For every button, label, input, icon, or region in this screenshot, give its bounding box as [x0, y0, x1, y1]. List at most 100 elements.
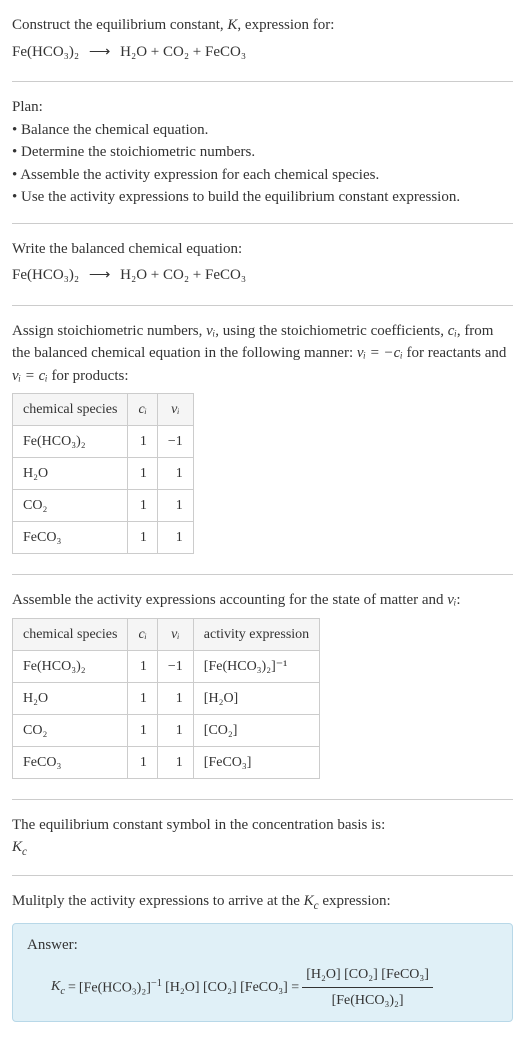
plan-section: Plan: Balance the chemical equation. Det… [12, 90, 513, 215]
cell-species: Fe(HCO₃)₂ [13, 426, 128, 458]
cell-nu: 1 [157, 458, 193, 490]
cell-species: CO₂ [13, 490, 128, 522]
plan-item: Use the activity expressions to build th… [12, 186, 513, 209]
cell-expr: [Fe(HCO₃)₂]⁻¹ [193, 650, 319, 682]
cell-c: 1 [128, 650, 157, 682]
activity-section: Assemble the activity expressions accoun… [12, 583, 513, 791]
cell-c: 1 [128, 426, 157, 458]
plan-item: Assemble the activity expression for eac… [12, 164, 513, 187]
eq-rhs: H₂O + CO₂ + FeCO₃ [120, 44, 246, 60]
col-ci: cᵢ [128, 394, 157, 426]
stoich-text: Assign stoichiometric numbers, νᵢ, using… [12, 320, 513, 388]
frac-den: [Fe(HCO₃)₂] [302, 988, 433, 1011]
divider [12, 223, 513, 224]
stoich-table: chemical species cᵢ νᵢ Fe(HCO₃)₂ 1 −1 H₂… [12, 393, 194, 554]
intro-pre: Construct the equilibrium constant, [12, 17, 227, 33]
c-i: cᵢ [448, 323, 457, 339]
cell-c: 1 [128, 490, 157, 522]
rel1: νᵢ = −cᵢ [357, 345, 403, 361]
stoich-section: Assign stoichiometric numbers, νᵢ, using… [12, 314, 513, 567]
cell-c: 1 [128, 458, 157, 490]
kc-sub: c [60, 986, 65, 997]
divider [12, 799, 513, 800]
symbol-section: The equilibrium constant symbol in the c… [12, 808, 513, 867]
nu-i: νᵢ [447, 592, 456, 608]
cell-nu: −1 [157, 426, 193, 458]
col-nui: νᵢ [157, 394, 193, 426]
table-row: H₂O 1 1 [H₂O] [13, 682, 320, 714]
table-row: Fe(HCO₃)₂ 1 −1 [13, 426, 194, 458]
balanced-section: Write the balanced chemical equation: Fe… [12, 232, 513, 297]
balanced-equation: Fe(HCO₃)₂ ⟶ H₂O + CO₂ + FeCO₃ [12, 264, 513, 287]
kc-inline: Kc [304, 893, 319, 909]
table-row: FeCO₃ 1 1 [FeCO₃] [13, 746, 320, 778]
table-header-row: chemical species cᵢ νᵢ activity expressi… [13, 618, 320, 650]
activity-table: chemical species cᵢ νᵢ activity expressi… [12, 618, 320, 779]
nu-i: νᵢ [206, 323, 215, 339]
term2: [H₂O] [CO₂] [FeCO₃] = [165, 977, 299, 998]
cell-nu: 1 [157, 490, 193, 522]
cell-species: CO₂ [13, 714, 128, 746]
multiply-post: expression: [319, 893, 391, 909]
cell-nu: 1 [157, 522, 193, 554]
cell-species: H₂O [13, 458, 128, 490]
col-nui: νᵢ [157, 618, 193, 650]
table-row: CO₂ 1 1 [13, 490, 194, 522]
symbol-text: The equilibrium constant symbol in the c… [12, 814, 513, 837]
intro-K: K [227, 17, 237, 33]
plan-title: Plan: [12, 96, 513, 119]
cell-species: H₂O [13, 682, 128, 714]
kc-K: K [12, 839, 22, 855]
table-row: CO₂ 1 1 [CO₂] [13, 714, 320, 746]
arrow-icon: ⟶ [89, 41, 111, 64]
multiply-section: Mulitply the activity expressions to arr… [12, 884, 513, 1036]
divider [12, 574, 513, 575]
stoich-post: for products: [48, 368, 129, 384]
intro-post: , expression for: [237, 17, 334, 33]
eq-lhs: Fe(HCO₃)₂ [12, 44, 79, 60]
cell-expr: [CO₂] [193, 714, 319, 746]
kc-symbol: Kc [12, 836, 513, 861]
eq-sign: = [68, 977, 76, 998]
multiply-text: Mulitply the activity expressions to arr… [12, 890, 513, 915]
eq-rhs: H₂O + CO₂ + FeCO₃ [120, 267, 246, 283]
term1-exp: −1 [151, 978, 162, 989]
balanced-title: Write the balanced chemical equation: [12, 238, 513, 261]
kc-K: K [51, 979, 60, 994]
plan-item: Balance the chemical equation. [12, 119, 513, 142]
table-row: FeCO₃ 1 1 [13, 522, 194, 554]
cell-nu: 1 [157, 746, 193, 778]
stoich-pre: Assign stoichiometric numbers, [12, 323, 206, 339]
intro-text: Construct the equilibrium constant, K, e… [12, 14, 513, 37]
stoich-mid1: , using the stoichiometric coefficients, [215, 323, 448, 339]
cell-nu: 1 [157, 714, 193, 746]
answer-label: Answer: [27, 934, 498, 957]
rel2: νᵢ = cᵢ [12, 368, 48, 384]
intro-section: Construct the equilibrium constant, K, e… [12, 8, 513, 73]
cell-species: FeCO₃ [13, 746, 128, 778]
col-species: chemical species [13, 394, 128, 426]
table-row: H₂O 1 1 [13, 458, 194, 490]
eq-lhs: Fe(HCO₃)₂ [12, 267, 79, 283]
cell-nu: −1 [157, 650, 193, 682]
activity-text: Assemble the activity expressions accoun… [12, 589, 513, 612]
stoich-mid3: for reactants and [403, 345, 507, 361]
term1-base: [Fe(HCO₃)₂] [79, 981, 151, 996]
plan-item: Determine the stoichiometric numbers. [12, 141, 513, 164]
cell-species: Fe(HCO₃)₂ [13, 650, 128, 682]
cell-c: 1 [128, 746, 157, 778]
multiply-pre: Mulitply the activity expressions to arr… [12, 893, 304, 909]
cell-expr: [FeCO₃] [193, 746, 319, 778]
plan-list: Balance the chemical equation. Determine… [12, 119, 513, 209]
term1: [Fe(HCO₃)₂]−1 [79, 976, 162, 999]
divider [12, 875, 513, 876]
activity-post: : [456, 592, 460, 608]
col-ci: cᵢ [128, 618, 157, 650]
arrow-icon: ⟶ [89, 264, 111, 287]
cell-species: FeCO₃ [13, 522, 128, 554]
cell-c: 1 [128, 682, 157, 714]
divider [12, 81, 513, 82]
activity-pre: Assemble the activity expressions accoun… [12, 592, 447, 608]
table-header-row: chemical species cᵢ νᵢ [13, 394, 194, 426]
col-species: chemical species [13, 618, 128, 650]
